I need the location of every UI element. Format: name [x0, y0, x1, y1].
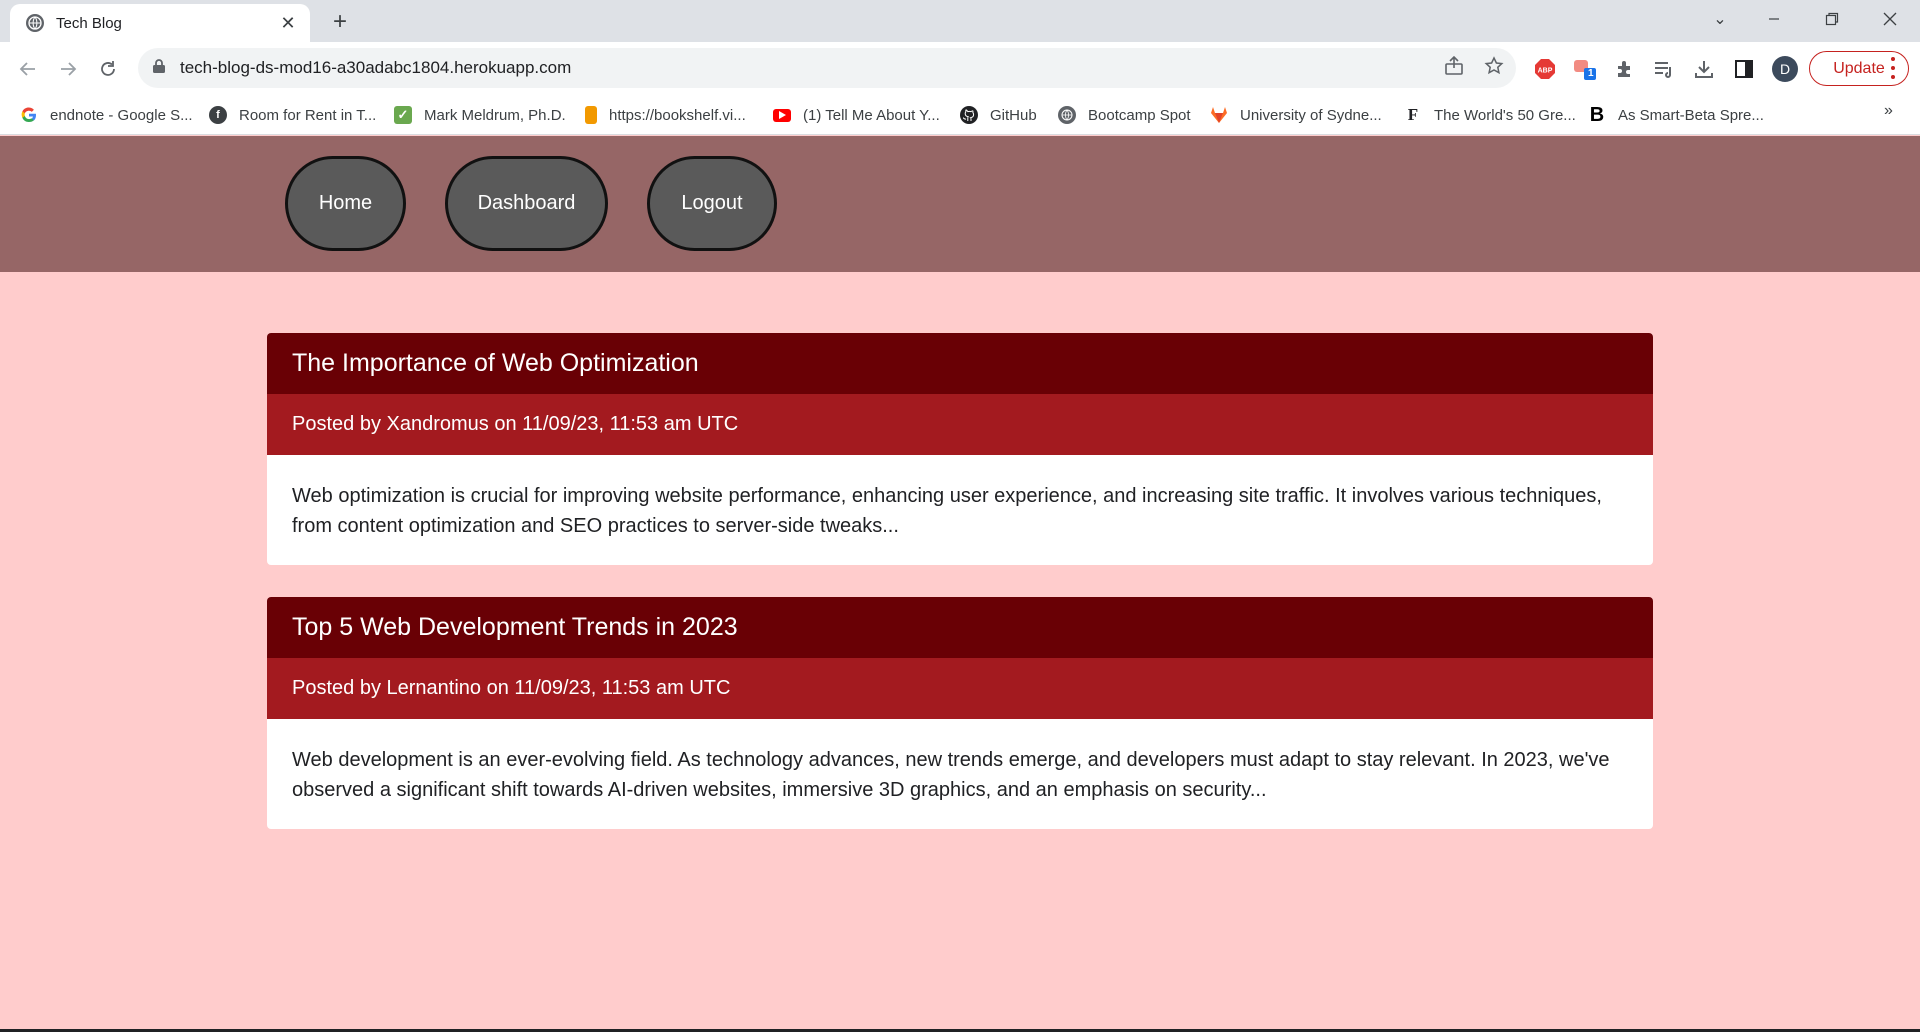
extensions-icon[interactable] [1612, 56, 1638, 82]
abp-icon[interactable]: ABP [1532, 56, 1558, 82]
close-window-icon[interactable] [1864, 0, 1916, 38]
bookmark-label: endnote - Google S... [50, 106, 193, 124]
svg-text:ABP: ABP [1538, 68, 1553, 75]
globe-icon [1058, 106, 1076, 124]
bookmark-label: University of Sydne... [1240, 106, 1382, 124]
new-tab-icon[interactable]: + [326, 8, 354, 36]
back-icon[interactable] [14, 55, 42, 83]
share-icon[interactable] [1441, 53, 1467, 79]
address-bar[interactable]: tech-blog-ds-mod16-a30adabc1804.herokuap… [138, 48, 1516, 88]
star-icon[interactable] [1481, 53, 1507, 79]
profile-avatar[interactable]: D [1772, 56, 1798, 82]
forward-icon[interactable] [54, 55, 82, 83]
site-header: Home Dashboard Logout [0, 136, 1920, 272]
bloomberg-icon: B [1589, 103, 1605, 126]
nav-home-button[interactable]: Home [285, 156, 406, 251]
bookmark-item[interactable]: Bootcamp Spot [1058, 103, 1191, 127]
browser-tab[interactable]: Tech Blog ✕ [10, 4, 310, 42]
google-icon [20, 106, 38, 124]
tab-title: Tech Blog [56, 14, 122, 32]
extension-badge-count: 1 [1588, 68, 1594, 79]
tab-strip: Tech Blog ✕ + ⌄ [0, 0, 1920, 42]
minimize-icon[interactable] [1748, 0, 1800, 38]
flatmates-icon: f [209, 106, 227, 124]
url-text: tech-blog-ds-mod16-a30adabc1804.herokuap… [180, 58, 572, 77]
bookmarks-bar: endnote - Google S... f Room for Rent in… [0, 95, 1920, 135]
gitlab-icon [1210, 106, 1228, 124]
browser-toolbar: tech-blog-ds-mod16-a30adabc1804.herokuap… [0, 42, 1920, 95]
bookmark-label: Room for Rent in T... [239, 106, 377, 124]
bookmark-label: GitHub [990, 106, 1037, 124]
post-body: Web optimization is crucial for improvin… [292, 485, 1602, 537]
bookmark-item[interactable]: B As Smart-Beta Spre... [1588, 103, 1764, 127]
bookmark-label: As Smart-Beta Spre... [1618, 106, 1764, 124]
bookmark-item[interactable]: f Room for Rent in T... [209, 103, 376, 127]
bookmark-label: The World's 50 Gre... [1434, 106, 1576, 124]
youtube-icon [773, 108, 791, 122]
bookmark-item[interactable]: ✓ Mark Meldrum, Ph.D. [394, 103, 566, 127]
bookmarks-more-icon[interactable]: » [1884, 102, 1893, 120]
post-card[interactable]: Top 5 Web Development Trends in 2023 Pos… [267, 597, 1653, 829]
download-icon[interactable] [1691, 56, 1717, 82]
reload-icon[interactable] [94, 55, 122, 83]
restore-icon[interactable] [1806, 0, 1858, 38]
side-panel-icon[interactable] [1731, 56, 1757, 82]
lock-icon [152, 58, 166, 79]
post-meta: Posted by Xandromus on 11/09/23, 11:53 a… [267, 394, 1653, 455]
bookmark-item[interactable]: University of Sydne... [1210, 103, 1382, 127]
bookmark-item[interactable]: GitHub [960, 103, 1037, 127]
nav-dashboard-button[interactable]: Dashboard [445, 156, 608, 251]
bookmark-item[interactable]: F The World's 50 Gre... [1404, 103, 1576, 127]
extension-badge-icon[interactable]: 1 [1572, 56, 1598, 82]
post-title[interactable]: Top 5 Web Development Trends in 2023 [267, 597, 1653, 658]
bookmark-item[interactable]: endnote - Google S... [20, 103, 193, 127]
post-title[interactable]: The Importance of Web Optimization [267, 333, 1653, 394]
post-card[interactable]: The Importance of Web Optimization Poste… [267, 333, 1653, 565]
reading-list-icon[interactable] [1651, 56, 1677, 82]
nav-logout-button[interactable]: Logout [647, 156, 777, 251]
github-icon [960, 106, 978, 124]
bookmark-label: Mark Meldrum, Ph.D. [424, 106, 566, 124]
tab-search-icon[interactable]: ⌄ [1694, 0, 1746, 38]
menu-icon[interactable] [1890, 57, 1896, 79]
bookmark-item[interactable]: https://bookshelf.vi... [585, 103, 746, 127]
globe-icon [26, 14, 44, 32]
checkmark-icon: ✓ [394, 106, 412, 124]
bookmark-label: (1) Tell Me About Y... [803, 106, 940, 124]
close-tab-icon[interactable]: ✕ [278, 13, 298, 34]
post-meta: Posted by Lernantino on 11/09/23, 11:53 … [267, 658, 1653, 719]
bookshelf-icon [585, 106, 597, 124]
bookmark-label: https://bookshelf.vi... [609, 106, 746, 124]
bookmark-item[interactable]: (1) Tell Me About Y... [773, 103, 940, 127]
bookmark-label: Bootcamp Spot [1088, 106, 1191, 124]
fortune-icon: F [1407, 105, 1419, 124]
post-body: Web development is an ever-evolving fiel… [292, 749, 1610, 801]
